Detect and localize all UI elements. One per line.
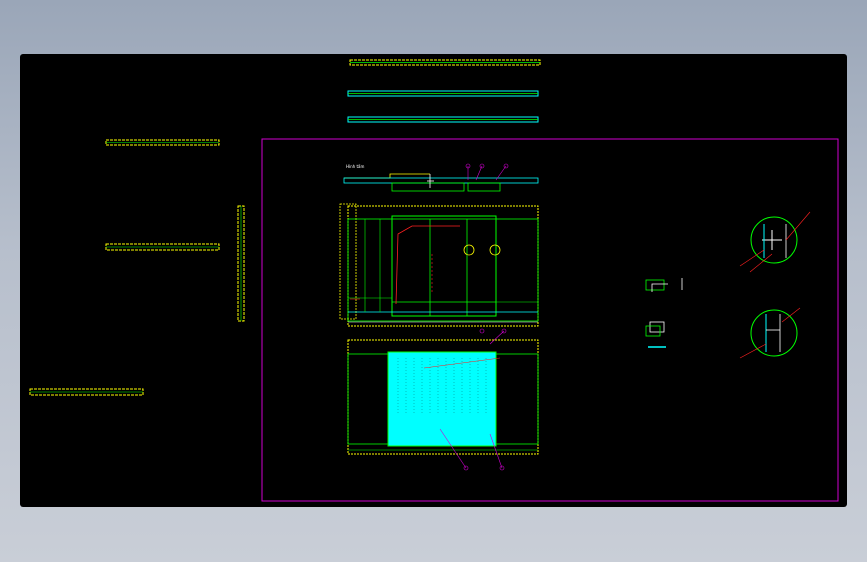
plan-strip-view: Hình tấm — [343, 163, 539, 192]
mesh-view — [347, 328, 539, 471]
view-title: Hình tấm — [346, 164, 364, 169]
front-view — [339, 203, 539, 327]
left-loose-parts — [29, 139, 245, 396]
cad-drawing: Hình tấm — [29, 59, 839, 502]
detail-circle-a — [739, 211, 811, 273]
detail-circle-b — [739, 307, 801, 359]
top-strip-parts — [347, 59, 541, 123]
cad-viewport[interactable]: Hình tấm — [20, 54, 847, 507]
section-details — [645, 278, 683, 348]
